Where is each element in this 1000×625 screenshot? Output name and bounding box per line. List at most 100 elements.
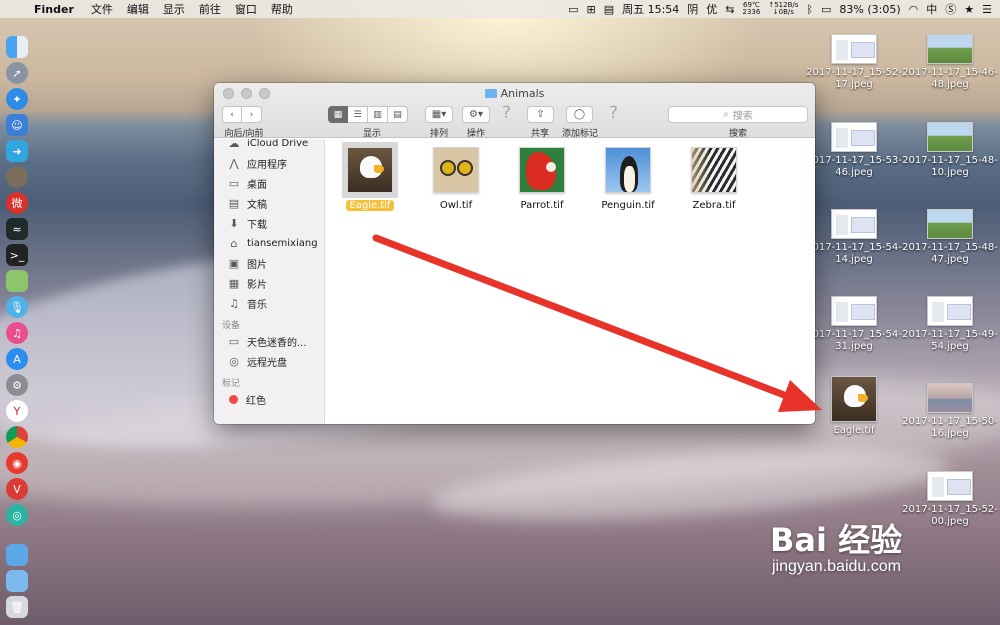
desktop-file[interactable]: 2017-11-17_15-46- 48.jpeg xyxy=(902,34,998,91)
desktop-file[interactable]: 2017-11-17_15-54- 14.jpeg xyxy=(806,209,902,266)
desktop-file-label: 2017-11-17_15-54- 31.jpeg xyxy=(806,329,902,352)
transfer-icon[interactable]: ⇆ xyxy=(725,3,734,16)
menu-go[interactable]: 前往 xyxy=(192,1,228,17)
action-label: 操作 xyxy=(466,129,485,139)
desktop-file-label: 2017-11-17_15-46- 48.jpeg xyxy=(902,67,998,90)
file-item-eagle[interactable]: Eagle.tif xyxy=(330,142,410,212)
sidebar-item-desktop[interactable]: ▭ 桌面 xyxy=(214,173,324,193)
grid-icon[interactable]: ⊞ xyxy=(586,3,595,16)
sidebar-item-music[interactable]: ♫ 音乐 xyxy=(214,293,324,313)
chrome-dock-icon[interactable] xyxy=(6,426,28,448)
applications-icon: ⋀ xyxy=(229,156,239,170)
desktop-file[interactable]: 2017-11-17_15-49- 54.jpeg xyxy=(902,296,998,353)
desktop-file-eagle[interactable]: Eagle.tif xyxy=(806,376,902,437)
menu-edit[interactable]: 编辑 xyxy=(120,1,156,17)
baidu-url: jingyan.baidu.com xyxy=(772,558,901,575)
desktop-icon: ▭ xyxy=(228,176,240,190)
weibo-dock-icon[interactable]: 微 xyxy=(6,192,28,214)
launchpad-dock-icon[interactable]: ➚ xyxy=(6,62,28,84)
menu-view[interactable]: 显示 xyxy=(156,1,192,17)
notification-list-icon[interactable]: ☰ xyxy=(982,3,992,16)
downloads-stack-dock-icon[interactable] xyxy=(6,570,28,592)
app-green-dock-icon[interactable]: ◎ xyxy=(6,504,28,526)
sidebar-item-applications[interactable]: ⋀ 应用程序 xyxy=(214,153,324,173)
file-item-penguin[interactable]: Penguin.tif xyxy=(588,147,668,212)
wifi-icon[interactable]: ◠ xyxy=(909,3,919,16)
activity-monitor-dock-icon[interactable]: ≈ xyxy=(6,218,28,240)
desktop-file[interactable]: 2017-11-17_15-52- 00.jpeg xyxy=(902,471,998,528)
file-item-zebra[interactable]: Zebra.tif xyxy=(674,147,754,212)
menu-file[interactable]: 文件 xyxy=(84,1,120,17)
app-dock-icon[interactable] xyxy=(6,166,28,188)
briefcase-icon[interactable]: ▭ xyxy=(568,3,578,16)
list-view-icon[interactable]: ☰ xyxy=(348,106,368,123)
desktop-file-thumbnail xyxy=(831,209,877,239)
help-icon[interactable]: ? xyxy=(502,103,511,123)
share-button[interactable]: ⇪ xyxy=(527,106,554,123)
weather-text[interactable]: 阴 xyxy=(687,1,698,17)
action-gear-button[interactable]: ⚙▾ xyxy=(462,106,490,123)
column-view-icon[interactable]: ▥ xyxy=(368,106,388,123)
menu-window[interactable]: 窗口 xyxy=(228,1,264,17)
back-button[interactable]: ‹ xyxy=(222,106,242,123)
desktop-file[interactable]: 2017-11-17_15-52- 17.jpeg xyxy=(806,34,902,91)
input-method-indicator[interactable]: 中 xyxy=(926,1,937,17)
folder-dock-icon[interactable] xyxy=(6,544,28,566)
icon-view-icon[interactable]: ▦ xyxy=(328,106,348,123)
messages-dock-icon[interactable]: ➜ xyxy=(6,140,28,162)
yandex-dock-icon[interactable]: Y xyxy=(6,400,28,422)
file-item-owl[interactable]: Owl.tif xyxy=(416,147,496,212)
clock-text[interactable]: 周五 15:54 xyxy=(622,1,679,17)
forward-button[interactable]: › xyxy=(242,106,262,123)
cover-flow-icon[interactable]: ▤ xyxy=(388,106,408,123)
desktop-file-thumbnail xyxy=(927,471,973,501)
desktop-file[interactable]: 2017-11-17_15-54- 31.jpeg xyxy=(806,296,902,353)
menu-app-name[interactable]: Finder xyxy=(30,3,84,16)
maps-dock-icon[interactable] xyxy=(6,270,28,292)
sidebar-item-home[interactable]: ⌂ tiansemixiang xyxy=(214,233,324,253)
desktop-file[interactable]: 2017-11-17_15-53- 46.jpeg xyxy=(806,122,902,179)
sidebar-item-tag-red[interactable]: 红色 xyxy=(214,389,324,409)
disc-icon: ◎ xyxy=(229,354,239,368)
music-dock-icon[interactable]: ♫ xyxy=(6,322,28,344)
finder-dock-icon[interactable] xyxy=(6,36,28,58)
battery-text[interactable]: 83% (3:05) xyxy=(839,3,900,16)
sidebar-item-downloads[interactable]: ⬇ 下载 xyxy=(214,213,324,233)
arrange-button[interactable]: ▦▾ xyxy=(425,106,453,123)
sidebar-item-icloud-drive[interactable]: ☁ iCloud Drive xyxy=(214,139,324,153)
sidebar-item-documents[interactable]: ▤ 文稿 xyxy=(214,193,324,213)
bluetooth-icon[interactable]: ᛒ xyxy=(806,3,813,16)
baidu-logo: Bai 经验 xyxy=(770,521,903,559)
sidebar-item-remote-disc[interactable]: ◎ 远程光盘 xyxy=(214,351,324,371)
system-preferences-dock-icon[interactable]: ⚙ xyxy=(6,374,28,396)
netease-music-dock-icon[interactable]: ◉ xyxy=(6,452,28,474)
sidebar-item-movies[interactable]: ▦ 影片 xyxy=(214,273,324,293)
star-icon[interactable]: ★ xyxy=(964,3,974,16)
desktop-file-label: 2017-11-17_15-53- 46.jpeg xyxy=(806,155,902,178)
menu-help[interactable]: 帮助 xyxy=(264,1,300,17)
network-readout: ↑512B/s ↓0B/s xyxy=(768,1,799,16)
chat-icon[interactable]: ▤ xyxy=(604,3,614,16)
siri-dock-icon[interactable]: 🎙︎ xyxy=(6,296,28,318)
app-s-icon[interactable]: Ⓢ xyxy=(945,1,956,17)
terminal-dock-icon[interactable]: >_ xyxy=(6,244,28,266)
app-store-dock-icon[interactable]: A xyxy=(6,348,28,370)
desktop-file[interactable]: 2017-11-17_15-48- 47.jpeg xyxy=(902,209,998,266)
file-item-parrot[interactable]: Parrot.tif xyxy=(502,147,582,212)
input-text[interactable]: 优 xyxy=(706,1,717,17)
help-icon[interactable]: ? xyxy=(609,103,618,123)
search-input[interactable]: ⌕ 搜索 xyxy=(668,106,808,123)
desktop-file[interactable]: 2017-11-17_15-48- 10.jpeg xyxy=(902,122,998,179)
desktop-file[interactable]: 2017-11-17_15-50- 16.jpeg xyxy=(902,383,998,440)
finder-sidebar: ☁ iCloud Drive ⋀ 应用程序 ▭ 桌面 ▤ 文稿 ⬇ 下载 ⌂ tiansem… xyxy=(214,139,325,424)
sidebar-item-device-mac[interactable]: ▭ 天色迷香的... xyxy=(214,331,324,351)
contacts-dock-icon[interactable]: ☺ xyxy=(6,114,28,136)
battery-icon[interactable]: ▭ xyxy=(821,3,831,16)
safari-dock-icon[interactable]: ✦ xyxy=(6,88,28,110)
add-tag-button[interactable]: ◯ xyxy=(566,106,593,123)
sidebar-item-pictures[interactable]: ▣ 图片 xyxy=(214,253,324,273)
vivaldi-dock-icon[interactable]: V xyxy=(6,478,28,500)
zebra-thumbnail xyxy=(691,147,737,193)
trash-dock-icon[interactable]: 🗑︎ xyxy=(6,596,28,618)
desktop-file-thumbnail xyxy=(831,122,877,152)
